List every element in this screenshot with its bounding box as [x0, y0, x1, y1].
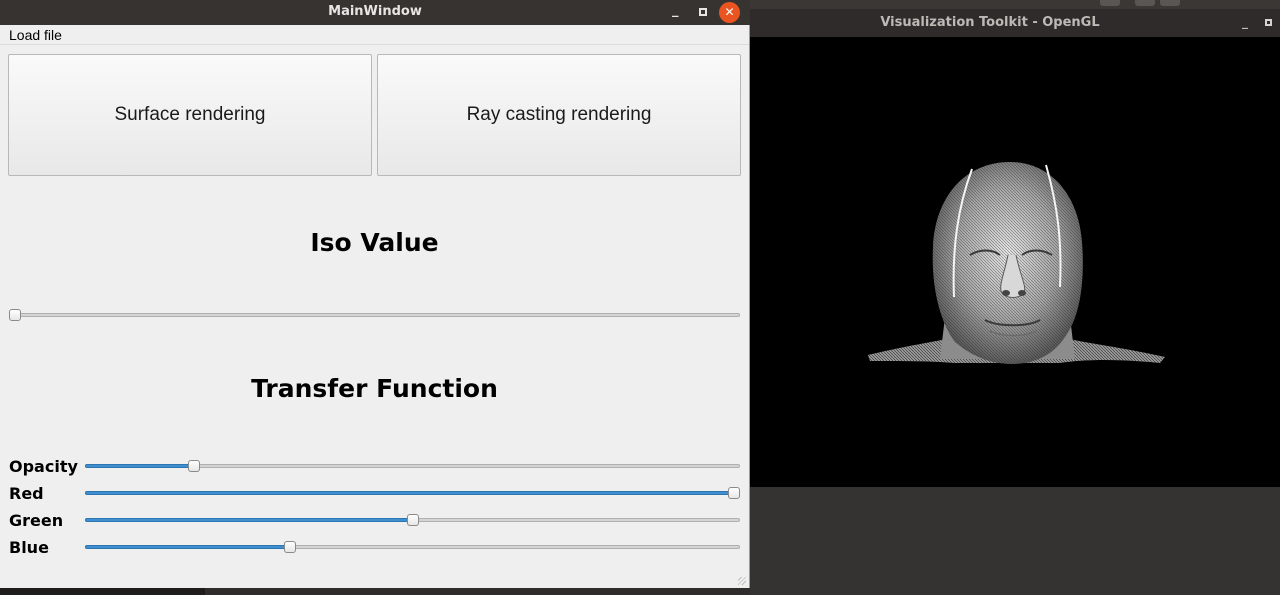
vtk-window-title: Visualization Toolkit - OpenGL	[880, 15, 1100, 30]
opacity-slider[interactable]	[85, 460, 740, 472]
vtk-render-window: Visualization Toolkit - OpenGL _	[740, 9, 1280, 487]
render-viewport[interactable]	[740, 37, 1280, 487]
main-titlebar[interactable]: MainWindow _ ✕	[0, 0, 750, 25]
taskbar	[0, 588, 205, 595]
head-volume-render	[868, 162, 1165, 364]
slider-fill	[85, 518, 413, 522]
slider-handle[interactable]	[406, 514, 419, 526]
panel-nub	[1135, 0, 1155, 6]
slider-fill	[85, 491, 734, 495]
green-slider[interactable]	[85, 514, 740, 526]
blue-slider[interactable]	[85, 541, 740, 553]
main-window-title: MainWindow	[328, 4, 422, 19]
iso-value-slider[interactable]	[9, 309, 740, 321]
red-label: Red	[9, 484, 44, 503]
size-grip[interactable]	[738, 577, 746, 585]
vtk-titlebar[interactable]: Visualization Toolkit - OpenGL _	[740, 9, 1280, 37]
main-window: MainWindow _ ✕ Load file Surface renderi…	[0, 0, 750, 588]
slider-handle[interactable]	[284, 541, 297, 553]
menubar: Load file	[0, 25, 749, 45]
panel-nub	[1100, 0, 1120, 6]
panel-nub	[1160, 0, 1180, 6]
maximize-icon[interactable]	[1265, 19, 1272, 26]
iso-value-heading: Iso Value	[310, 228, 439, 257]
slider-fill	[85, 545, 291, 549]
close-icon[interactable]: ✕	[719, 2, 740, 23]
opacity-label: Opacity	[9, 457, 78, 476]
ray-casting-rendering-button[interactable]: Ray casting rendering	[377, 54, 741, 176]
slider-handle[interactable]	[187, 460, 200, 472]
transfer-function-heading: Transfer Function	[251, 374, 498, 403]
desktop-background	[750, 487, 1280, 595]
surface-rendering-button[interactable]: Surface rendering	[8, 54, 372, 176]
green-label: Green	[9, 511, 64, 530]
blue-label: Blue	[9, 538, 49, 557]
red-slider[interactable]	[85, 487, 740, 499]
minimize-icon[interactable]: _	[1242, 15, 1248, 29]
maximize-icon[interactable]	[699, 8, 707, 16]
slider-groove	[9, 313, 740, 317]
slider-handle[interactable]	[9, 309, 21, 321]
slider-handle[interactable]	[728, 487, 740, 499]
minimize-icon[interactable]: _	[672, 3, 679, 18]
menu-load-file[interactable]: Load file	[9, 27, 62, 43]
slider-fill	[85, 464, 194, 468]
